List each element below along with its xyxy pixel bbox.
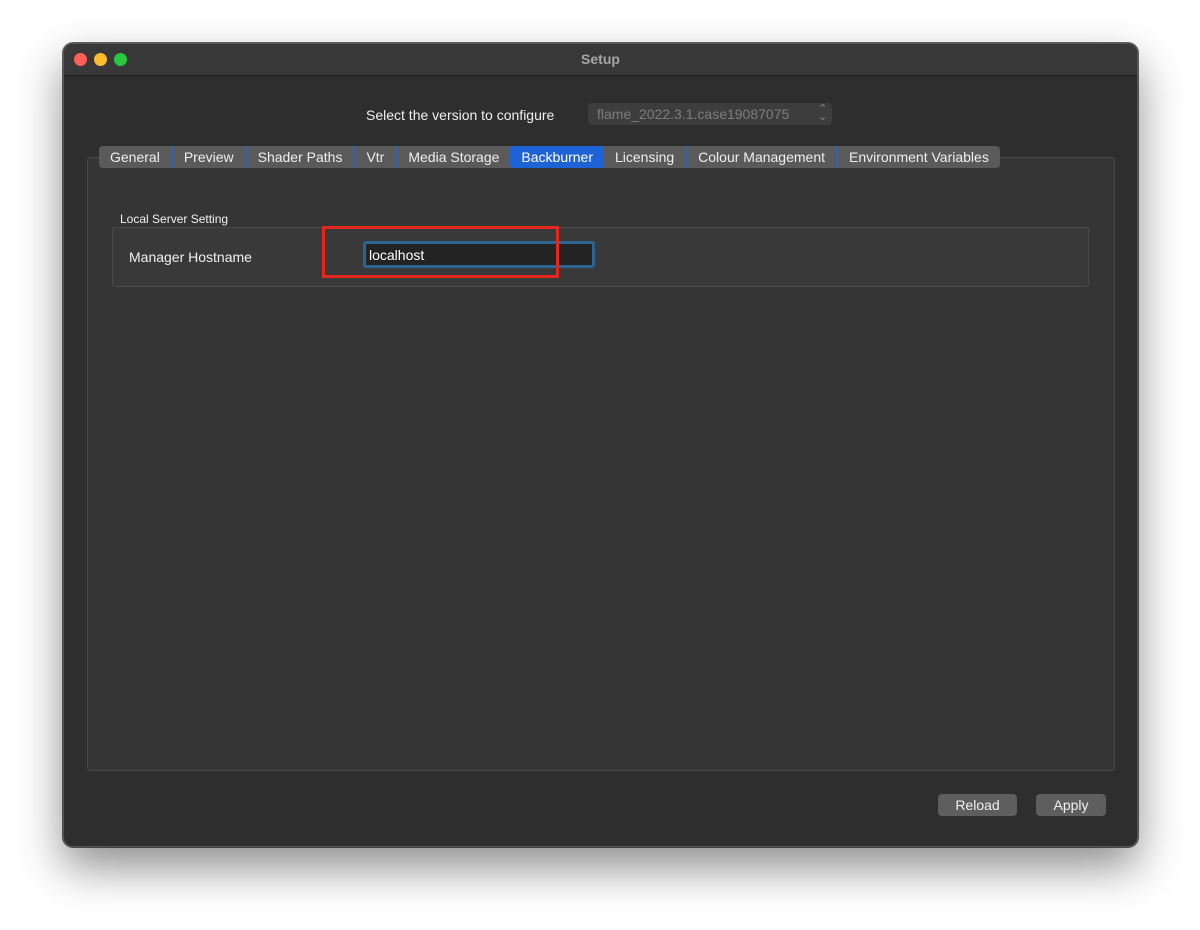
manager-hostname-input[interactable] [363,241,595,268]
version-label: Select the version to configure [366,107,555,123]
tab-general[interactable]: General [99,146,173,168]
reload-button[interactable]: Reload [938,794,1017,816]
tab-preview[interactable]: Preview [173,146,247,168]
window-title: Setup [581,51,620,67]
version-select[interactable]: flame_2022.3.1.case19087075 ⌃ ⌄ [588,103,832,125]
version-select-value: flame_2022.3.1.case19087075 [597,106,790,122]
tab-licensing[interactable]: Licensing [604,146,688,168]
setup-window: Setup Select the version to configure fl… [63,43,1138,847]
title-bar[interactable]: Setup [64,44,1137,76]
local-server-groupbox: Manager Hostname [112,227,1089,287]
chevron-up-down-icon: ⌃ ⌄ [818,103,828,123]
tab-colour-management[interactable]: Colour Management [687,146,839,168]
tab-bar: General Preview Shader Paths Vtr Media S… [99,146,1000,168]
tab-shader-paths[interactable]: Shader Paths [247,146,356,168]
local-server-group-title: Local Server Setting [120,212,229,226]
manager-hostname-label: Manager Hostname [129,249,252,265]
tab-vtr[interactable]: Vtr [355,146,398,168]
tab-media-storage[interactable]: Media Storage [397,146,510,168]
tab-environment-variables[interactable]: Environment Variables [838,146,1000,168]
apply-button[interactable]: Apply [1036,794,1106,816]
tab-backburner[interactable]: Backburner [510,146,604,168]
version-row: Select the version to configure flame_20… [64,103,1137,127]
